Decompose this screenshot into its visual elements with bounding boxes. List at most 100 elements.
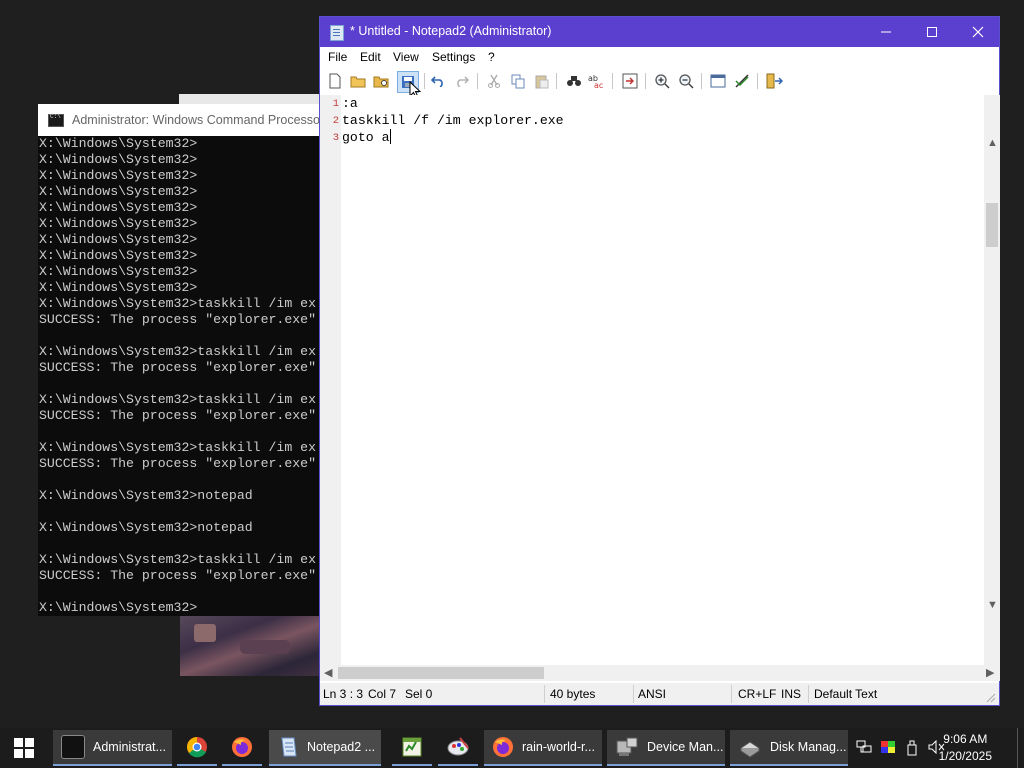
status-insert-mode[interactable]: INS — [781, 687, 801, 701]
redo-button[interactable] — [453, 72, 471, 90]
cmd-output-line — [39, 376, 328, 392]
binoculars-icon — [567, 76, 581, 86]
menu-edit[interactable]: Edit — [360, 50, 381, 64]
new-file-icon — [329, 73, 341, 89]
undo-button[interactable] — [429, 72, 447, 90]
cmd-output-line: X:\Windows\System32>notepad — [39, 520, 253, 535]
code-line[interactable]: goto a — [342, 130, 389, 145]
scheme-window-icon — [710, 74, 726, 88]
scroll-right-icon[interactable]: ▶ — [986, 666, 994, 679]
find-button[interactable] — [565, 72, 583, 90]
taskbar-item-cmd[interactable]: Administrat... — [53, 730, 172, 766]
undo-icon — [431, 76, 443, 87]
paste-button[interactable] — [532, 72, 550, 90]
close-button[interactable] — [955, 17, 1001, 47]
taskbar-item-paint[interactable] — [438, 730, 478, 766]
line-number-gutter — [320, 95, 341, 665]
menu-help[interactable]: ? — [488, 50, 495, 64]
customize-button[interactable] — [733, 72, 751, 90]
taskbar-item-notepad2[interactable]: Notepad2 ... — [269, 730, 381, 766]
taskbar-item-chrome[interactable] — [177, 730, 217, 766]
minimize-button[interactable] — [863, 17, 909, 47]
windows-logo-icon — [14, 738, 34, 758]
exit-icon — [766, 73, 783, 89]
cmd-window[interactable]: Administrator: Windows Command Processor… — [38, 104, 328, 616]
cmd-output-line — [39, 584, 328, 600]
cmd-icon — [61, 735, 85, 759]
vertical-scrollbar[interactable]: ▲ ▼ — [984, 95, 1000, 665]
browse-folder-icon — [373, 76, 389, 88]
taskbar-item-firefox-window[interactable]: rain-world-r... — [484, 730, 602, 766]
taskbar-item-label: Administrat... — [93, 740, 166, 754]
cut-icon — [488, 74, 500, 88]
system-clock[interactable]: 9:06 AM 1/20/2025 — [939, 731, 992, 765]
scroll-left-icon[interactable]: ◀ — [324, 666, 332, 679]
cmd-title: Administrator: Windows Command Processor — [72, 113, 325, 127]
taskbar-item-spreadsheet[interactable] — [392, 730, 432, 766]
status-bar: Ln 3 : 3 Col 7 Sel 0 40 bytes ANSI CR+LF… — [320, 683, 999, 705]
taskbar-item-device-manager[interactable]: Device Man... — [607, 730, 725, 766]
status-size: 40 bytes — [550, 687, 596, 701]
toolbar-separator — [424, 73, 425, 89]
network-icon[interactable] — [856, 740, 872, 757]
menu-bar: File Edit View Settings ? — [320, 47, 999, 67]
line-number: 2 — [332, 115, 339, 127]
code-line[interactable]: taskkill /f /im explorer.exe — [342, 113, 564, 128]
exit-button[interactable] — [765, 72, 783, 90]
cmd-output-line: X:\Windows\System32> — [39, 248, 198, 263]
menu-file[interactable]: File — [328, 50, 347, 64]
scroll-up-icon[interactable]: ▲ — [987, 137, 998, 149]
cmd-output-line: X:\Windows\System32>taskkill /im ex — [39, 296, 316, 311]
horizontal-scrollbar[interactable]: ◀ ▶ — [320, 665, 1000, 681]
color-display-icon[interactable] — [880, 740, 896, 757]
show-desktop-button[interactable] — [1017, 728, 1024, 768]
cut-button[interactable] — [485, 72, 503, 90]
status-scheme[interactable]: Default Text — [814, 687, 877, 701]
copy-button[interactable] — [509, 72, 527, 90]
toolbar-separator — [645, 73, 646, 89]
firefox-icon — [493, 737, 513, 757]
resize-grip-icon[interactable] — [986, 693, 996, 703]
notepad2-window[interactable]: * Untitled - Notepad2 (Administrator) Fi… — [319, 16, 1000, 706]
taskbar-item-firefox[interactable] — [222, 730, 262, 766]
cmd-output[interactable]: X:\Windows\System32> X:\Windows\System32>… — [39, 136, 328, 616]
scheme-button[interactable] — [709, 72, 727, 90]
zoom-out-button[interactable] — [677, 72, 695, 90]
text-editor[interactable]: 1:a 2 taskkill /f /im explorer.exe 3 goto a — [320, 95, 984, 665]
cmd-output-line: X:\Windows\System32> — [39, 168, 198, 183]
menu-view[interactable]: View — [393, 50, 419, 64]
menu-settings[interactable]: Settings — [432, 50, 475, 64]
zoom-in-button[interactable] — [653, 72, 671, 90]
browse-button[interactable] — [372, 72, 390, 90]
status-separator — [544, 685, 545, 703]
chrome-icon — [187, 737, 207, 758]
cmd-title-bar[interactable]: Administrator: Windows Command Processor — [38, 104, 328, 136]
device-manager-icon — [616, 737, 638, 756]
taskbar-item-disk-management[interactable]: Disk Manag... — [730, 730, 848, 766]
code-line[interactable]: :a — [342, 96, 358, 111]
cmd-output-line: X:\Windows\System32> — [39, 152, 198, 167]
new-button[interactable] — [326, 72, 344, 90]
horizontal-scroll-thumb[interactable] — [338, 667, 544, 679]
status-encoding[interactable]: ANSI — [638, 687, 666, 701]
status-line-ending[interactable]: CR+LF — [738, 687, 776, 701]
replace-button[interactable]: ab ac — [588, 72, 606, 90]
status-selection: Sel 0 — [405, 687, 433, 701]
start-button[interactable] — [4, 730, 44, 766]
status-separator — [633, 685, 634, 703]
cmd-output-line: X:\Windows\System32> — [39, 184, 198, 199]
notepad2-title-bar[interactable]: * Untitled - Notepad2 (Administrator) — [320, 17, 999, 47]
zoom-out-icon — [679, 74, 694, 89]
text-caret — [390, 129, 391, 144]
taskbar-item-label: Disk Manag... — [770, 740, 847, 754]
toolbar-separator — [701, 73, 702, 89]
goto-button[interactable] — [621, 72, 639, 90]
usb-device-icon[interactable] — [906, 740, 918, 759]
scroll-down-icon[interactable]: ▼ — [987, 599, 998, 611]
vertical-scroll-thumb[interactable] — [986, 203, 998, 247]
maximize-button[interactable] — [909, 17, 955, 47]
clock-time: 9:06 AM — [943, 732, 988, 746]
open-button[interactable] — [349, 72, 367, 90]
customize-icon — [735, 74, 749, 88]
line-number: 3 — [332, 132, 339, 144]
